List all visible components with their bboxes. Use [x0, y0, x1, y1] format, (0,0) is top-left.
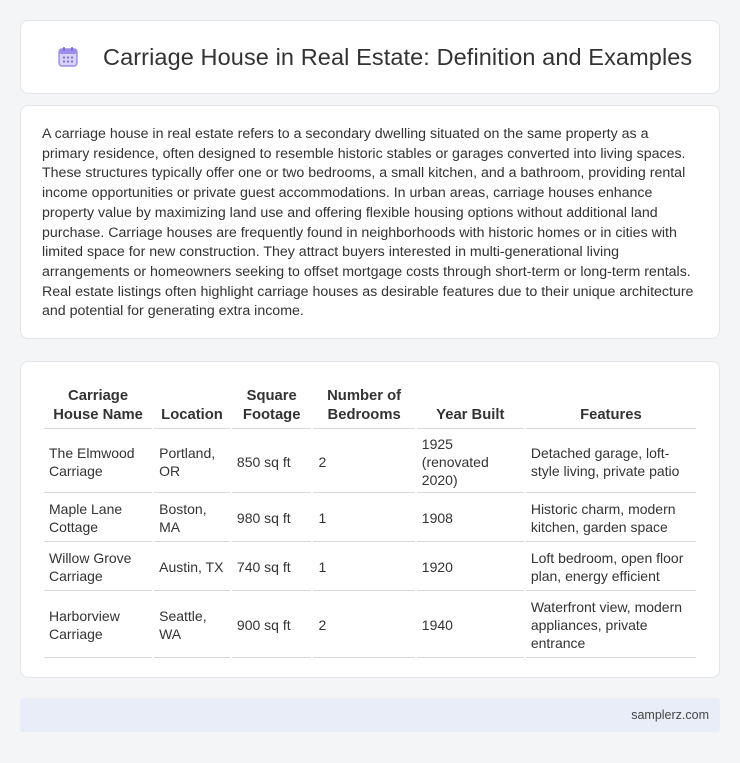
intro-paragraph: A carriage house in real estate refers t… [42, 126, 694, 320]
cell-name: Willow Grove Carriage [44, 544, 153, 591]
cell-square-footage: 980 sq ft [231, 495, 312, 542]
cell-year-built: 1925 (renovated 2020) [416, 431, 524, 493]
header-year-built: Year Built [416, 384, 524, 429]
header-features: Features [525, 384, 696, 429]
header-bedrooms: Number of Bedrooms [313, 384, 415, 429]
table-row: Maple Lane Cottage Boston, MA 980 sq ft … [44, 495, 696, 542]
cell-features: Historic charm, modern kitchen, garden s… [525, 495, 696, 542]
cell-features: Loft bedroom, open floor plan, energy ef… [525, 544, 696, 591]
header-location: Location [154, 384, 230, 429]
table-row: Willow Grove Carriage Austin, TX 740 sq … [44, 544, 696, 591]
footer: samplerz.com [20, 698, 720, 732]
cell-name: Harborview Carriage [44, 593, 153, 658]
cell-features: Waterfront view, modern appliances, priv… [525, 593, 696, 658]
cell-year-built: 1920 [416, 544, 524, 591]
header-square-footage: Square Footage [231, 384, 312, 429]
cell-location: Boston, MA [154, 495, 230, 542]
cell-bedrooms: 1 [313, 544, 415, 591]
cell-location: Seattle, WA [154, 593, 230, 658]
cell-name: Maple Lane Cottage [44, 495, 153, 542]
table-row: Harborview Carriage Seattle, WA 900 sq f… [44, 593, 696, 658]
cell-bedrooms: 2 [313, 593, 415, 658]
cell-features: Detached garage, loft-style living, priv… [525, 431, 696, 493]
intro-card: A carriage house in real estate refers t… [20, 105, 720, 339]
cell-bedrooms: 1 [313, 495, 415, 542]
footer-site-link[interactable]: samplerz.com [631, 708, 709, 722]
table-card: Carriage House Name Location Square Foot… [20, 361, 720, 678]
table-header-row: Carriage House Name Location Square Foot… [44, 384, 696, 429]
cell-bedrooms: 2 [313, 431, 415, 493]
cell-year-built: 1940 [416, 593, 524, 658]
carriage-house-table: Carriage House Name Location Square Foot… [42, 382, 698, 660]
header-card: Carriage House in Real Estate: Definitio… [20, 20, 720, 94]
cell-location: Portland, OR [154, 431, 230, 493]
calendar-icon [58, 47, 78, 67]
cell-square-footage: 740 sq ft [231, 544, 312, 591]
cell-year-built: 1908 [416, 495, 524, 542]
cell-square-footage: 850 sq ft [231, 431, 312, 493]
table-row: The Elmwood Carriage Portland, OR 850 sq… [44, 431, 696, 493]
page-title: Carriage House in Real Estate: Definitio… [103, 43, 693, 70]
cell-location: Austin, TX [154, 544, 230, 591]
cell-square-footage: 900 sq ft [231, 593, 312, 658]
header-name: Carriage House Name [44, 384, 153, 429]
cell-name: The Elmwood Carriage [44, 431, 153, 493]
